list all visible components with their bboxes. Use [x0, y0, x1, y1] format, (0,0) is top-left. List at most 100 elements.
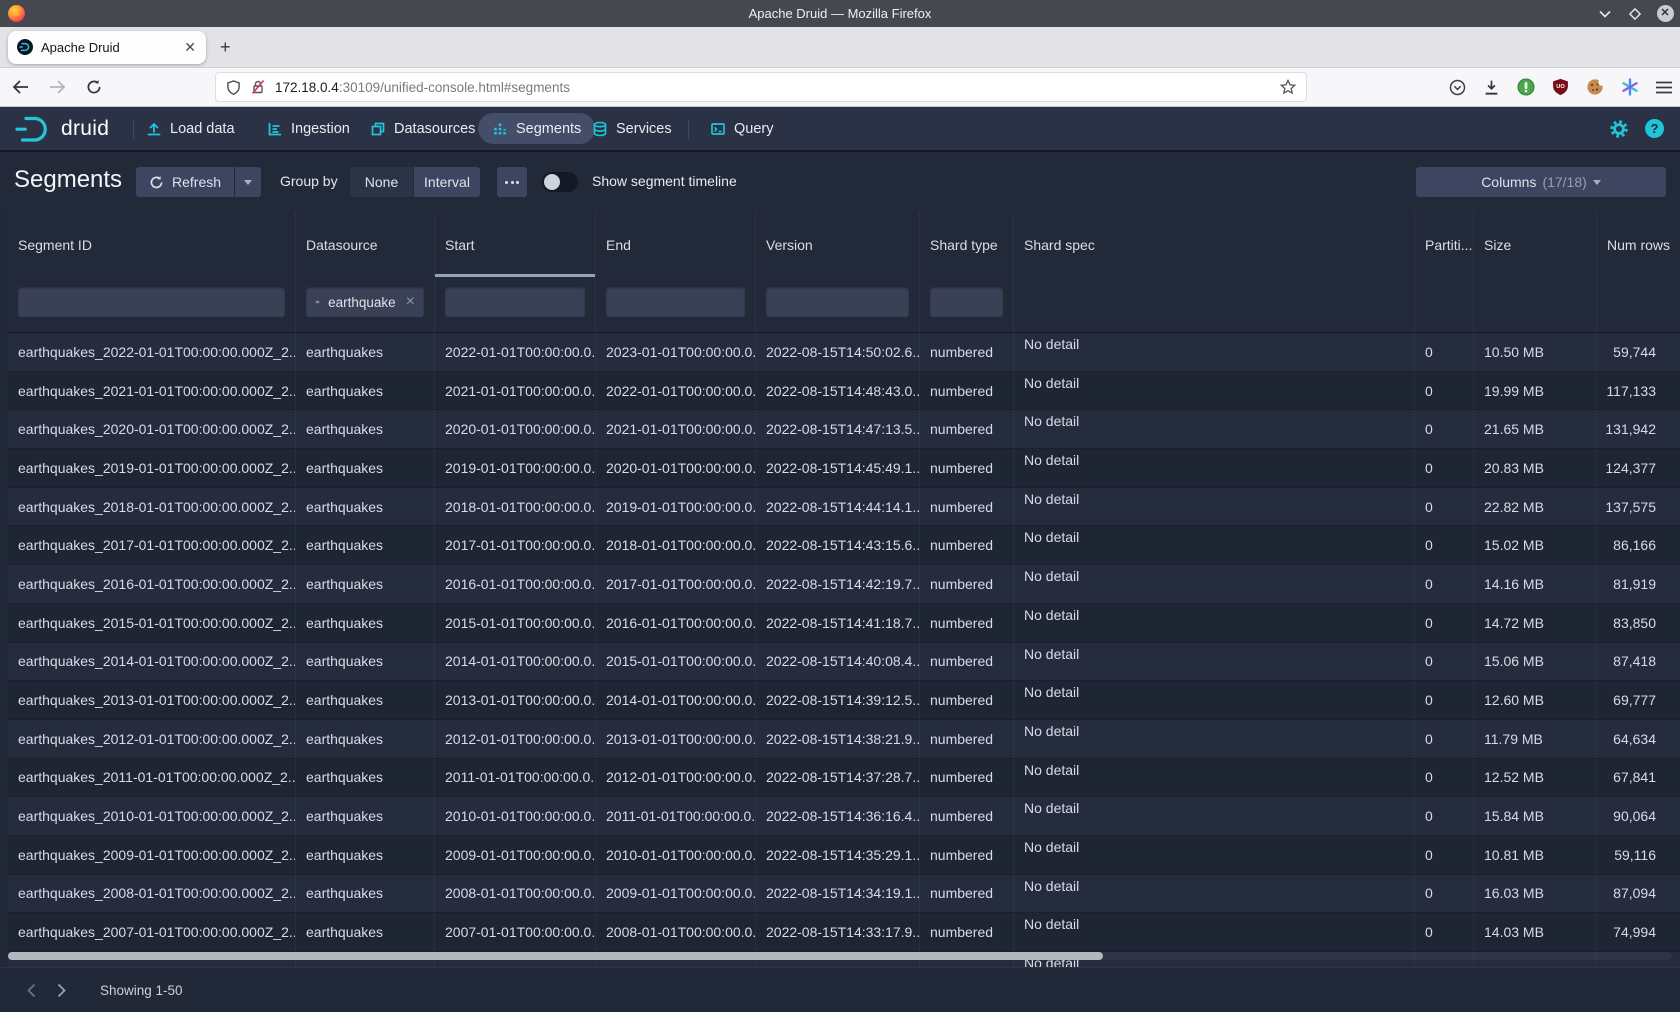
columns-button[interactable]: Columns (17/18) [1416, 167, 1666, 197]
browser-tab[interactable]: Apache Druid ✕ [8, 31, 206, 64]
asterisk-extension-button[interactable] [1621, 78, 1639, 96]
column-header-version[interactable]: Version [756, 212, 920, 277]
cookie-extension-button[interactable] [1586, 78, 1604, 96]
new-tab-button[interactable]: + [220, 38, 231, 56]
filter-input-segment_id[interactable] [18, 287, 285, 317]
horizontal-scrollbar[interactable] [8, 952, 1672, 960]
filter-input-end[interactable] [606, 287, 745, 317]
column-header-num_rows[interactable]: Num rows [1597, 212, 1680, 277]
pocket-button[interactable] [1449, 79, 1466, 96]
column-header-end[interactable]: End [596, 212, 756, 277]
close-icon: ✕ [1657, 5, 1674, 22]
maximize-button[interactable] [1626, 5, 1644, 23]
cell-size: 12.60 MB [1474, 681, 1597, 719]
cell-shard_type: numbered [920, 372, 1014, 410]
druid-logo[interactable]: druid [14, 114, 109, 144]
table-row[interactable]: earthquakes_2018-01-01T00:00:00.000Z_2..… [8, 488, 1680, 527]
reload-button[interactable] [86, 79, 102, 95]
segment-timeline-toggle[interactable] [542, 172, 578, 192]
table-row[interactable]: earthquakes_2020-01-01T00:00:00.000Z_2..… [8, 410, 1680, 449]
minimize-button[interactable] [1596, 5, 1614, 23]
column-header-datasource[interactable]: Datasource [296, 212, 435, 277]
column-header-shard_type[interactable]: Shard type [920, 212, 1014, 277]
cell-size: 19.99 MB [1474, 372, 1597, 410]
refresh-dropdown-button[interactable] [235, 167, 261, 197]
url-bar[interactable]: 172.18.0.4:30109/unified-console.html#se… [215, 72, 1307, 102]
cell-datasource: earthquakes [296, 526, 435, 564]
table-row[interactable]: earthquakes_2009-01-01T00:00:00.000Z_2..… [8, 836, 1680, 875]
cell-segment_id: earthquakes_2015-01-01T00:00:00.000Z_2..… [8, 604, 296, 642]
column-header-start[interactable]: Start [435, 212, 596, 277]
column-header-size[interactable]: Size [1474, 212, 1597, 277]
cell-shard_type: numbered [920, 604, 1014, 642]
bookmark-star-icon[interactable] [1280, 79, 1296, 95]
table-row[interactable]: earthquakes_2014-01-01T00:00:00.000Z_2..… [8, 643, 1680, 682]
cell-shard_spec: No detail [1014, 565, 1415, 603]
showing-label: Showing 1-50 [100, 983, 183, 998]
tab-close-icon[interactable]: ✕ [184, 40, 196, 54]
filter-tag-remove-icon[interactable]: × [406, 294, 415, 310]
previous-page-button[interactable] [18, 977, 44, 1003]
cell-shard_spec: No detail [1014, 797, 1415, 835]
filter-input-version[interactable] [766, 287, 909, 317]
extension-green-button[interactable] [1517, 78, 1535, 96]
cell-partition: 0 [1415, 604, 1474, 642]
cell-start: 2011-01-01T00:00:00.0... [435, 759, 596, 797]
table-row[interactable]: earthquakes_2019-01-01T00:00:00.000Z_2..… [8, 449, 1680, 488]
nav-item-ingestion[interactable]: Ingestion [267, 107, 350, 150]
browser-tab-bar: Apache Druid ✕ + [0, 27, 1680, 67]
cell-datasource: earthquakes [296, 488, 435, 526]
nav-item-query[interactable]: Query [710, 107, 774, 150]
next-page-button[interactable] [48, 977, 74, 1003]
load-data-icon [146, 121, 162, 137]
filter-input-datasource[interactable]: earthquake× [306, 287, 424, 317]
refresh-button[interactable]: Refresh [136, 167, 234, 197]
menu-button[interactable] [1656, 81, 1672, 94]
back-button[interactable] [12, 80, 29, 94]
nav-item-load-data[interactable]: Load data [146, 107, 235, 150]
ublock-button[interactable]: UO [1552, 78, 1569, 96]
cell-end: 2010-01-01T00:00:00.0... [596, 836, 756, 874]
nav-divider [688, 120, 689, 139]
help-button[interactable]: ? [1645, 119, 1664, 138]
column-header-partition[interactable]: Partiti... [1415, 212, 1474, 277]
more-options-button[interactable] [497, 167, 527, 197]
group-by-none-button[interactable]: None [350, 167, 413, 197]
cell-size: 15.02 MB [1474, 526, 1597, 564]
cell-end: 2021-01-01T00:00:00.0... [596, 410, 756, 448]
cell-size: 14.16 MB [1474, 565, 1597, 603]
table-row[interactable]: earthquakes_2016-01-01T00:00:00.000Z_2..… [8, 565, 1680, 604]
cell-size: 10.50 MB [1474, 333, 1597, 371]
table-row[interactable]: earthquakes_2017-01-01T00:00:00.000Z_2..… [8, 526, 1680, 565]
table-row[interactable]: earthquakes_2021-01-01T00:00:00.000Z_2..… [8, 372, 1680, 411]
group-by-interval-button[interactable]: Interval [414, 167, 480, 197]
table-row[interactable]: earthquakes_2022-01-01T00:00:00.000Z_2..… [8, 333, 1680, 372]
table-row[interactable]: earthquakes_2007-01-01T00:00:00.000Z_2..… [8, 913, 1680, 952]
table-row[interactable]: earthquakes_2011-01-01T00:00:00.000Z_2..… [8, 759, 1680, 798]
filter-input-start[interactable] [445, 287, 585, 317]
column-header-segment_id[interactable]: Segment ID [8, 212, 296, 277]
horizontal-scrollbar-thumb[interactable] [8, 952, 1103, 960]
nav-item-datasources[interactable]: Datasources [370, 107, 475, 150]
filter-input-shard_type[interactable] [930, 287, 1003, 317]
cell-start: 2012-01-01T00:00:00.0... [435, 720, 596, 758]
downloads-button[interactable] [1483, 79, 1500, 96]
nav-item-services[interactable]: Services [592, 107, 672, 150]
forward-button[interactable] [49, 80, 66, 94]
cell-end: 2014-01-01T00:00:00.0... [596, 681, 756, 719]
table-row[interactable]: earthquakes_2010-01-01T00:00:00.000Z_2..… [8, 797, 1680, 836]
nav-item-segments[interactable]: Segments [478, 113, 595, 144]
ingestion-icon [267, 121, 283, 137]
table-row[interactable]: earthquakes_2008-01-01T00:00:00.000Z_2..… [8, 875, 1680, 914]
table-row[interactable]: earthquakes_2013-01-01T00:00:00.000Z_2..… [8, 681, 1680, 720]
asterisk-extension-icon [1621, 78, 1639, 96]
table-row[interactable]: earthquakes_2015-01-01T00:00:00.000Z_2..… [8, 604, 1680, 643]
column-header-shard_spec[interactable]: Shard spec [1014, 212, 1415, 277]
datasources-icon [370, 121, 386, 137]
close-button[interactable]: ✕ [1656, 5, 1674, 23]
reload-icon [86, 79, 102, 95]
settings-button[interactable] [1609, 119, 1629, 139]
cell-partition: 0 [1415, 913, 1474, 951]
cell-segment_id: earthquakes_2007-01-01T00:00:00.000Z_2..… [8, 913, 296, 951]
table-row[interactable]: earthquakes_2012-01-01T00:00:00.000Z_2..… [8, 720, 1680, 759]
